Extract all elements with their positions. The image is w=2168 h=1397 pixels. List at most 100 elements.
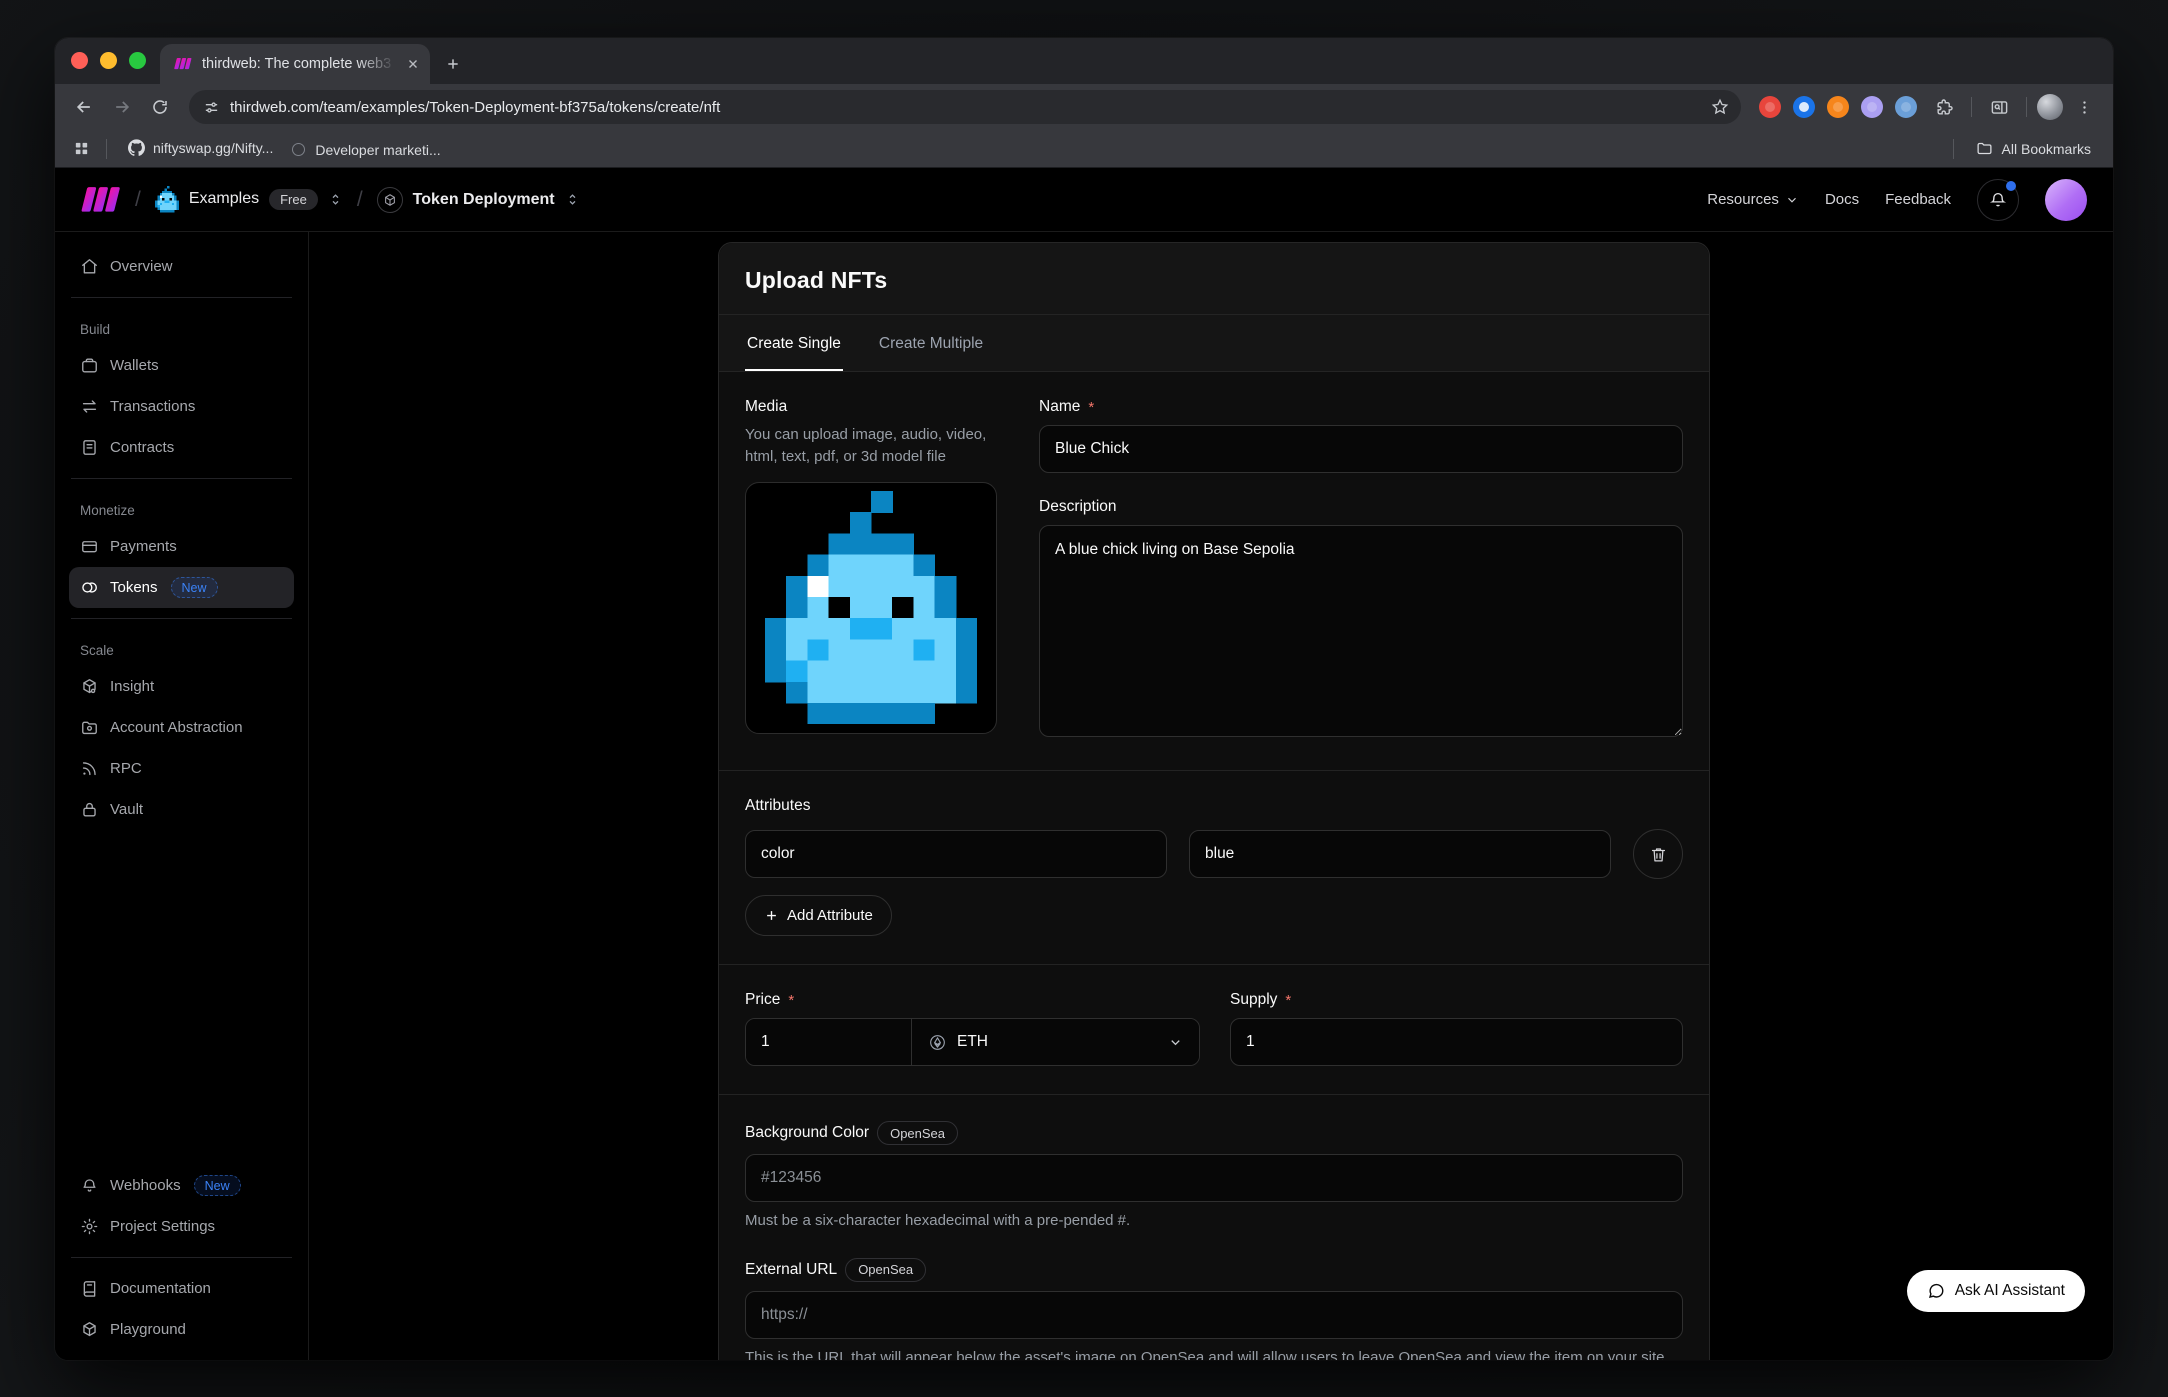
sidebar: Overview Build Wallets Transactions Contract… <box>55 232 309 1360</box>
project-cube-icon <box>377 187 403 213</box>
media-helper: You can upload image, audio, video, html… <box>745 424 1013 468</box>
new-tab-button[interactable] <box>438 49 468 79</box>
background-color-input[interactable] <box>745 1154 1683 1202</box>
supply-input[interactable] <box>1230 1018 1683 1066</box>
sidebar-item-playground[interactable]: Playground <box>69 1309 294 1350</box>
sidebar-item-label: Transactions <box>110 398 195 415</box>
back-nav-icon[interactable] <box>67 90 101 124</box>
side-panel-icon[interactable] <box>1982 90 2016 124</box>
sidebar-item-tokens[interactable]: Tokens New <box>69 567 294 608</box>
user-avatar[interactable] <box>2045 179 2087 221</box>
extension-metamask-icon[interactable] <box>1827 96 1849 118</box>
project-switcher[interactable]: Token Deployment <box>377 187 580 213</box>
all-bookmarks-button[interactable]: All Bookmarks <box>1968 136 2099 162</box>
sidebar-item-documentation[interactable]: Documentation <box>69 1268 294 1309</box>
sidebar-divider <box>71 1257 292 1258</box>
url-text[interactable]: thirdweb.com/team/examples/Token-Deploym… <box>230 99 1695 116</box>
team-name[interactable]: Examples <box>189 190 259 208</box>
name-input[interactable] <box>1039 425 1683 473</box>
sidebar-item-insight[interactable]: Insight <box>69 666 294 707</box>
docs-link[interactable]: Docs <box>1825 191 1859 208</box>
browser-toolbar: thirdweb.com/team/examples/Token-Deploym… <box>55 84 2113 130</box>
ask-ai-assistant-button[interactable]: Ask AI Assistant <box>1907 1270 2085 1312</box>
sidebar-item-label: RPC <box>110 760 142 777</box>
price-input[interactable] <box>746 1019 911 1065</box>
close-window-button[interactable] <box>71 52 88 69</box>
thirdweb-logo[interactable] <box>81 187 121 212</box>
chevrons-up-down-icon-2[interactable] <box>565 192 580 207</box>
zoom-window-button[interactable] <box>129 52 146 69</box>
bookmark-item[interactable]: Developer marketi... <box>281 137 448 163</box>
delete-attribute-button[interactable] <box>1633 829 1683 879</box>
thirdweb-app: / Examples Free / Token Deployment <box>55 168 2113 1360</box>
new-badge: New <box>171 577 218 598</box>
sidebar-item-vault[interactable]: Vault <box>69 789 294 830</box>
new-badge: New <box>194 1175 241 1196</box>
external-url-label: External URL OpenSea <box>745 1258 1683 1282</box>
extensions-puzzle-icon[interactable] <box>1927 90 1961 124</box>
currency-value: ETH <box>957 1033 988 1051</box>
window-controls[interactable] <box>55 52 160 84</box>
notification-dot <box>2006 181 2016 191</box>
team-switcher[interactable]: Examples Free <box>155 186 343 212</box>
media-upload-preview[interactable] <box>745 482 997 734</box>
playground-icon <box>80 1320 99 1339</box>
sidebar-item-label: Tokens <box>110 579 158 596</box>
chrome-menu-icon[interactable] <box>2067 90 2101 124</box>
external-url-input[interactable] <box>745 1291 1683 1339</box>
extension-red-icon[interactable] <box>1759 96 1781 118</box>
attributes-label: Attributes <box>745 797 1683 815</box>
bell-icon <box>1989 191 2007 209</box>
required-asterisk: * <box>788 992 794 1009</box>
resources-menu[interactable]: Resources <box>1707 191 1799 208</box>
sidebar-item-overview[interactable]: Overview <box>69 246 294 287</box>
chrome-profile-avatar[interactable] <box>2037 94 2063 120</box>
sidebar-item-rpc[interactable]: RPC <box>69 748 294 789</box>
app-header: / Examples Free / Token Deployment <box>55 168 2113 232</box>
required-asterisk: * <box>1088 399 1094 416</box>
apps-grid-icon[interactable] <box>69 140 94 157</box>
description-input[interactable]: A blue chick living on Base Sepolia <box>1039 525 1683 737</box>
browser-tab[interactable]: thirdweb: The complete web3 <box>160 44 430 84</box>
reload-icon[interactable] <box>143 90 177 124</box>
forward-nav-icon[interactable] <box>105 90 139 124</box>
bookmark-item[interactable]: niftyswap.gg/Nifty... <box>119 135 281 161</box>
sidebar-item-transactions[interactable]: Transactions <box>69 386 294 427</box>
sidebar-item-payments[interactable]: Payments <box>69 526 294 567</box>
sidebar-section-title: Build <box>80 322 283 337</box>
folder-icon <box>1976 140 1994 158</box>
extension-clock-icon[interactable] <box>1895 96 1917 118</box>
feedback-link[interactable]: Feedback <box>1885 191 1951 208</box>
external-url-helper: This is the URL that will appear below t… <box>745 1347 1683 1360</box>
project-name[interactable]: Token Deployment <box>413 191 555 209</box>
close-tab-icon[interactable] <box>406 57 420 71</box>
plan-badge: Free <box>269 189 318 210</box>
add-attribute-button[interactable]: Add Attribute <box>745 895 892 936</box>
notifications-button[interactable] <box>1977 179 2019 221</box>
extension-phantom-icon[interactable] <box>1861 96 1883 118</box>
breadcrumb-separator-2: / <box>357 188 363 212</box>
sidebar-item-contracts[interactable]: Contracts <box>69 427 294 468</box>
minimize-window-button[interactable] <box>100 52 117 69</box>
tab-create-single[interactable]: Create Single <box>745 315 843 371</box>
thirdweb-favicon <box>174 58 192 69</box>
extension-blue-icon[interactable] <box>1793 96 1815 118</box>
address-bar[interactable]: thirdweb.com/team/examples/Token-Deploym… <box>189 90 1741 124</box>
bookmark-label: niftyswap.gg/Nifty... <box>153 140 273 156</box>
bookmark-star-icon[interactable] <box>1705 98 1735 116</box>
sidebar-item-label: Insight <box>110 678 154 695</box>
attribute-trait-input[interactable] <box>745 830 1167 878</box>
currency-select[interactable]: ETH <box>911 1019 1199 1065</box>
nft-image <box>765 491 977 724</box>
site-settings-icon[interactable] <box>203 99 220 116</box>
sidebar-item-project-settings[interactable]: Project Settings <box>69 1206 294 1247</box>
sidebar-item-account-abstraction[interactable]: Account Abstraction <box>69 707 294 748</box>
tab-create-multiple[interactable]: Create Multiple <box>877 315 985 371</box>
attribute-value-input[interactable] <box>1189 830 1611 878</box>
sidebar-item-webhooks[interactable]: WebhooksNew <box>69 1165 294 1206</box>
eth-icon <box>928 1033 947 1052</box>
sidebar-item-wallets[interactable]: Wallets <box>69 345 294 386</box>
chevrons-up-down-icon[interactable] <box>328 192 343 207</box>
breadcrumb-separator: / <box>135 188 141 212</box>
chat-bubble-icon <box>1927 1282 1945 1300</box>
